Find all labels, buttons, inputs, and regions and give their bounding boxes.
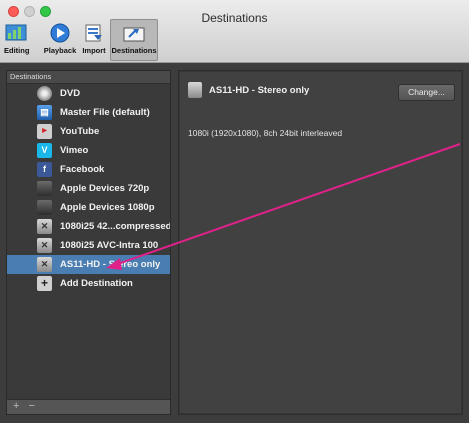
toolbar-destinations-button[interactable]: Destinations [110, 19, 158, 61]
toolbar-import-button[interactable]: Import [80, 20, 108, 60]
sidebar-item-as11-hd-stereo[interactable]: ✕ AS11-HD - Stereo only [7, 255, 170, 274]
sidebar-header: Destinations [7, 71, 170, 84]
sidebar-item-add-destination[interactable]: + Add Destination [7, 274, 170, 293]
destinations-list: DVD ▤ Master File (default) ▶ YouTube V … [7, 84, 170, 293]
change-button[interactable]: Change... [398, 84, 455, 101]
detail-description: 1080i (1920x1080), 8ch 24bit interleaved [188, 128, 343, 138]
sidebar-item-label: 1080i25 42...compressed [60, 221, 170, 232]
sidebar-item-apple-devices-1080p[interactable]: Apple Devices 1080p [7, 198, 170, 217]
sidebar-item-label: Vimeo [60, 145, 89, 156]
film-icon: ✕ [37, 219, 52, 234]
toolbar: Destinations Editing Playback Import Des… [0, 0, 469, 63]
detail-title: AS11-HD - Stereo only [209, 85, 310, 96]
sidebar-item-label: AS11-HD - Stereo only [60, 259, 161, 270]
add-destination-button[interactable]: + [13, 400, 19, 412]
sidebar-footer: + − [7, 399, 170, 414]
sidebar-item-label: Facebook [60, 164, 105, 175]
sidebar-item-label: Add Destination [60, 278, 133, 289]
editing-icon [5, 24, 27, 41]
import-icon [85, 24, 102, 42]
destinations-icon [123, 27, 145, 42]
remove-destination-button[interactable]: − [29, 400, 35, 412]
destination-detail-pane: AS11-HD - Stereo only Change... 1080i (1… [178, 70, 463, 415]
sidebar-item-facebook[interactable]: f Facebook [7, 160, 170, 179]
dvd-icon [37, 86, 52, 101]
toolbar-destinations-label: Destinations [111, 46, 157, 55]
playback-icon [50, 23, 70, 43]
sidebar-item-dvd[interactable]: DVD [7, 84, 170, 103]
sidebar-item-1080i25-avc-intra[interactable]: ✕ 1080i25 AVC-Intra 100 [7, 236, 170, 255]
apple-devices-icon [37, 200, 52, 215]
toolbar-playback-button[interactable]: Playback [42, 20, 78, 60]
sidebar-item-label: Apple Devices 720p [60, 183, 150, 194]
film-icon: ✕ [37, 238, 52, 253]
sidebar-item-master-file[interactable]: ▤ Master File (default) [7, 103, 170, 122]
toolbar-import-label: Import [82, 46, 106, 55]
sidebar-item-vimeo[interactable]: V Vimeo [7, 141, 170, 160]
add-icon: + [37, 276, 52, 291]
destinations-sidebar: Destinations DVD ▤ Master File (default)… [6, 70, 171, 415]
sidebar-item-youtube[interactable]: ▶ YouTube [7, 122, 170, 141]
sidebar-item-label: 1080i25 AVC-Intra 100 [60, 240, 159, 251]
destination-detail-box: AS11-HD - Stereo only Change... 1080i (1… [179, 71, 462, 414]
master-file-icon: ▤ [37, 105, 52, 120]
main-window: Destinations Editing Playback Import Des… [0, 0, 469, 423]
toolbar-editing-button[interactable]: Editing [4, 20, 30, 60]
sidebar-item-label: Apple Devices 1080p [60, 202, 155, 213]
film-icon: ✕ [37, 257, 52, 272]
film-icon [188, 82, 202, 98]
sidebar-item-label: YouTube [60, 126, 100, 137]
facebook-icon: f [37, 162, 52, 177]
youtube-icon: ▶ [37, 124, 52, 139]
toolbar-editing-label: Editing [4, 46, 30, 55]
toolbar-playback-label: Playback [43, 46, 77, 55]
apple-devices-icon [37, 181, 52, 196]
sidebar-item-apple-devices-720p[interactable]: Apple Devices 720p [7, 179, 170, 198]
sidebar-item-1080i25-compressed[interactable]: ✕ 1080i25 42...compressed [7, 217, 170, 236]
vimeo-icon: V [37, 143, 52, 158]
sidebar-item-label: Master File (default) [60, 107, 150, 118]
sidebar-item-label: DVD [60, 88, 81, 99]
